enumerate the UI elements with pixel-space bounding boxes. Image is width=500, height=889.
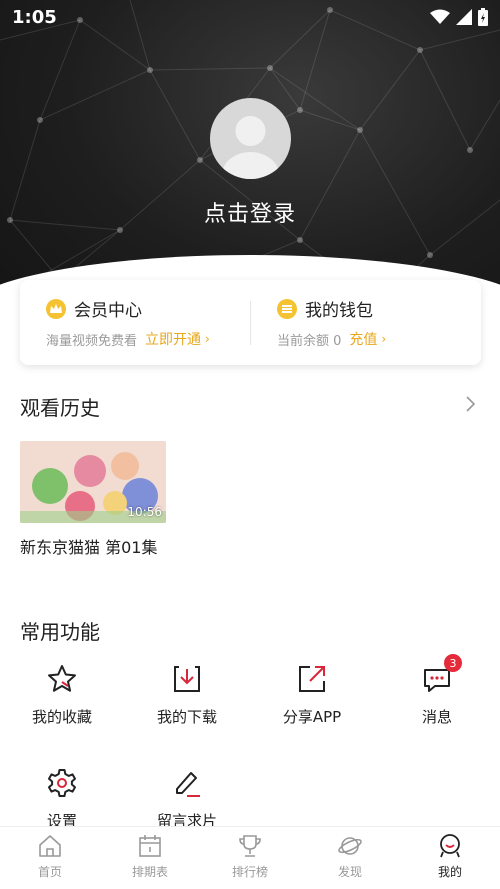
planet-icon xyxy=(338,837,362,855)
history-more-chevron-icon[interactable] xyxy=(463,394,477,414)
login-link[interactable]: 点击登录 xyxy=(0,196,500,228)
feature-label: 分享APP xyxy=(282,708,342,726)
message-count-badge: 3 xyxy=(444,654,462,672)
edit-icon xyxy=(176,772,200,797)
tab-label: 我的 xyxy=(437,865,462,879)
wallet[interactable]: 我的钱包 当前余额 0 充值 › xyxy=(251,296,481,349)
feature-label: 我的收藏 xyxy=(31,708,92,726)
chevron-right-icon: › xyxy=(381,332,387,346)
tab-mine[interactable]: 我的 xyxy=(400,827,500,889)
tab-label: 发现 xyxy=(337,865,362,879)
tab-ranking[interactable]: 排行榜 xyxy=(200,827,300,889)
default-avatar-icon xyxy=(221,116,280,179)
vip-center[interactable]: 会员中心 海量视频免费看 立即开通 › xyxy=(20,296,250,349)
history-title: 观看历史 xyxy=(20,396,100,420)
vip-title: 会员中心 xyxy=(74,301,142,321)
calendar-icon xyxy=(139,835,161,857)
crown-icon xyxy=(46,298,66,319)
vip-open-link[interactable]: 立即开通 xyxy=(145,329,201,349)
vip-subtitle: 海量视频免费看 xyxy=(46,333,138,349)
tab-label: 排行榜 xyxy=(231,865,268,879)
chevron-right-icon: › xyxy=(205,332,210,346)
tab-discover[interactable]: 发现 xyxy=(300,827,400,889)
settings-button[interactable]: 设置 xyxy=(7,766,117,831)
favorites-button[interactable]: 我的收藏 xyxy=(7,662,117,727)
tab-label: 排期表 xyxy=(131,865,168,879)
tab-home[interactable]: 首页 xyxy=(0,827,100,889)
avatar[interactable] xyxy=(210,98,291,179)
share-icon xyxy=(299,666,325,692)
tab-schedule[interactable]: 排期表 xyxy=(100,827,200,889)
battery-icon xyxy=(478,8,488,26)
messages-button[interactable]: 3 消息 xyxy=(382,654,492,727)
status-bar: 1:05 xyxy=(0,0,500,34)
wallet-title: 我的钱包 xyxy=(305,301,373,321)
bottom-tab-bar: 首页 排期表 排行榜 发现 我的 xyxy=(0,826,500,889)
star-icon xyxy=(48,665,76,692)
account-card: 会员中心 海量视频免费看 立即开通 › 我的钱包 当前余额 0 充值 › xyxy=(20,280,481,365)
trophy-icon xyxy=(239,835,261,857)
video-duration: 10:56 xyxy=(127,505,162,519)
home-icon xyxy=(39,835,61,857)
status-time: 1:05 xyxy=(12,6,57,28)
signal-icon xyxy=(456,9,472,25)
wifi-icon xyxy=(430,9,450,24)
request-video-button[interactable]: 留言求片 xyxy=(132,766,242,831)
feature-label: 我的下载 xyxy=(156,708,217,726)
wallet-balance: 当前余额 0 xyxy=(277,333,342,349)
history-video-title[interactable]: 新东京猫猫 第01集 xyxy=(20,537,170,558)
wallet-icon xyxy=(277,298,297,319)
recharge-link[interactable]: 充值 xyxy=(349,329,377,349)
tab-label: 首页 xyxy=(37,865,62,879)
history-video-thumbnail[interactable]: 10:56 xyxy=(20,441,166,523)
user-face-icon xyxy=(440,834,460,858)
download-icon xyxy=(174,666,200,692)
downloads-button[interactable]: 我的下载 xyxy=(132,662,242,727)
feature-label: 消息 xyxy=(421,708,452,726)
share-app-button[interactable]: 分享APP xyxy=(257,662,367,727)
gear-icon xyxy=(48,769,76,797)
features-title: 常用功能 xyxy=(20,620,100,644)
